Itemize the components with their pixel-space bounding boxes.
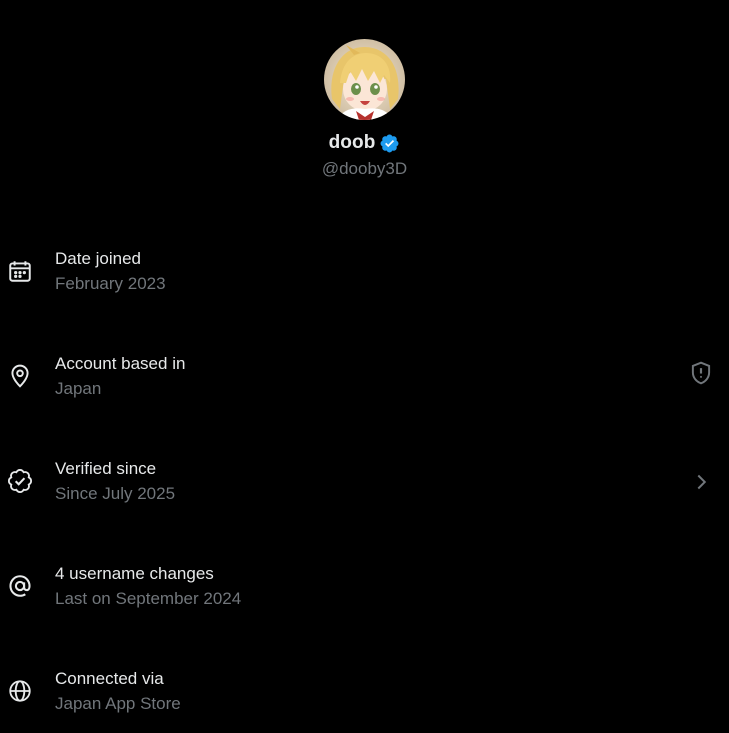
row-title: Date joined <box>55 249 142 268</box>
profile-header: doob @dooby3D <box>0 39 729 179</box>
row-account-based-in: Account based in Japan <box>0 354 729 414</box>
row-title: Connected via <box>55 669 164 688</box>
avatar[interactable] <box>324 39 405 120</box>
row-title: Account based in <box>55 354 186 373</box>
row-verified-since[interactable]: Verified since Since July 2025 <box>0 459 729 519</box>
verified-check-icon <box>7 468 33 494</box>
row-title: Verified since <box>55 459 157 478</box>
row-subtitle: Since July 2025 <box>55 484 176 503</box>
about-account-page: doob @dooby3D Date joined February 2023 … <box>0 0 729 733</box>
handle: @dooby3D <box>321 159 408 178</box>
row-username-changes: 4 username changes Last on September 202… <box>0 564 729 624</box>
name-row: doob <box>329 131 401 155</box>
row-title: 4 username changes <box>55 564 214 583</box>
location-pin-icon <box>7 363 33 389</box>
verified-badge-icon <box>380 134 399 153</box>
row-connected-via: Connected via Japan App Store <box>0 669 729 729</box>
at-sign-icon <box>7 573 33 599</box>
row-subtitle: Japan <box>55 379 102 398</box>
row-subtitle: Japan App Store <box>55 694 181 713</box>
row-date-joined: Date joined February 2023 <box>0 249 729 309</box>
calendar-icon <box>7 258 33 284</box>
row-subtitle: February 2023 <box>55 274 166 293</box>
shield-alert-icon[interactable] <box>688 360 714 386</box>
chevron-right-icon[interactable] <box>688 469 714 495</box>
row-subtitle: Last on September 2024 <box>55 589 242 608</box>
globe-icon <box>7 678 33 704</box>
display-name[interactable]: doob <box>329 132 376 154</box>
